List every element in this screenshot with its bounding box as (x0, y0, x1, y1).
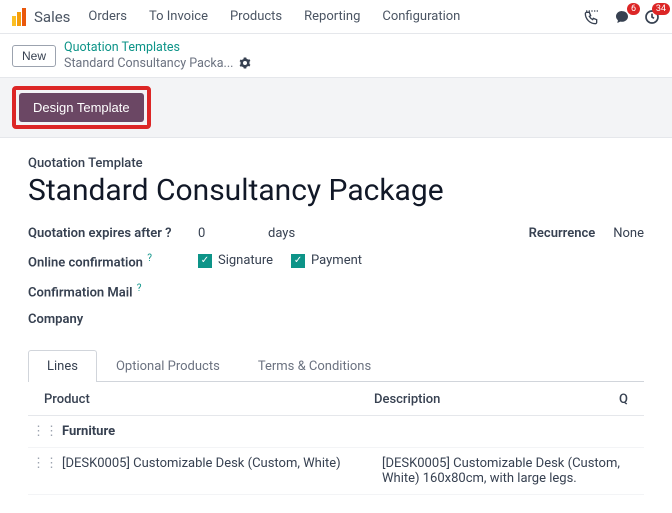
col-header-description[interactable]: Description (374, 392, 608, 407)
breadcrumb: Quotation Templates Standard Consultancy… (64, 40, 251, 71)
form-area: Quotation Template Standard Consultancy … (0, 138, 672, 513)
topbar-icons: 6 34 (584, 9, 660, 25)
breadcrumb-current-text: Standard Consultancy Packa... (64, 56, 233, 72)
tabs: Lines Optional Products Terms & Conditio… (28, 349, 644, 382)
value-recurrence[interactable]: None (613, 226, 644, 241)
checkbox-payment[interactable]: ✓ (291, 254, 305, 268)
label-signature: Signature (218, 253, 273, 268)
messages-icon[interactable]: 6 (614, 9, 630, 25)
gear-icon[interactable] (239, 57, 251, 69)
highlight-annotation: Design Template (12, 86, 151, 129)
action-bar: Design Template (0, 77, 672, 138)
page-title[interactable]: Standard Consultancy Package (28, 173, 644, 208)
cell-product[interactable]: [DESK0005] Customizable Desk (Custom, Wh… (62, 456, 382, 471)
app-brand[interactable]: Sales (34, 8, 70, 26)
nav-orders[interactable]: Orders (88, 9, 127, 24)
row-online-confirmation: Online confirmation ? ✓ Signature ✓ Paym… (28, 253, 644, 270)
table-row[interactable]: ⋮⋮ [DESK0005] Customizable Desk (Custom,… (28, 448, 644, 495)
top-navbar: Sales Orders To Invoice Products Reporti… (0, 0, 672, 34)
design-template-button[interactable]: Design Template (19, 93, 144, 122)
unit-expires: days (268, 226, 348, 241)
messages-badge: 6 (627, 3, 640, 16)
label-online-confirmation: Online confirmation ? (28, 253, 198, 270)
help-icon[interactable]: ? (137, 283, 142, 294)
label-confirmation-mail: Confirmation Mail ? (28, 283, 198, 300)
label-company: Company (28, 312, 198, 327)
checkbox-signature[interactable]: ✓ (198, 254, 212, 268)
app-logo (12, 8, 26, 26)
label-payment: Payment (311, 253, 362, 268)
drag-handle-icon[interactable]: ⋮⋮ (32, 424, 58, 439)
nav-products[interactable]: Products (230, 9, 282, 24)
nav-configuration[interactable]: Configuration (382, 9, 460, 24)
checkbox-signature-group: ✓ Signature (198, 253, 273, 268)
grid-header: Product Description Q (28, 382, 644, 416)
breadcrumb-current: Standard Consultancy Packa... (64, 56, 251, 72)
activities-icon[interactable]: 34 (644, 9, 660, 25)
main-nav: Orders To Invoice Products Reporting Con… (88, 9, 584, 24)
label-expires: Quotation expires after ? (28, 226, 198, 241)
checkbox-payment-group: ✓ Payment (291, 253, 362, 268)
drag-handle-icon[interactable]: ⋮⋮ (32, 456, 58, 471)
phone-icon[interactable] (584, 9, 600, 25)
nav-reporting[interactable]: Reporting (304, 9, 360, 24)
cell-description[interactable]: [DESK0005] Customizable Desk (Custom, Wh… (382, 456, 628, 486)
col-header-product[interactable]: Product (44, 392, 374, 407)
section-title: Furniture (62, 424, 382, 439)
form-small-label: Quotation Template (28, 156, 644, 171)
tab-terms-conditions[interactable]: Terms & Conditions (239, 350, 390, 382)
table-section-row[interactable]: ⋮⋮ Furniture (28, 416, 644, 448)
help-icon[interactable]: ? (147, 253, 152, 264)
tab-optional-products[interactable]: Optional Products (97, 350, 239, 382)
nav-to-invoice[interactable]: To Invoice (149, 9, 208, 24)
row-company: Company (28, 312, 644, 327)
row-confirmation-mail: Confirmation Mail ? (28, 283, 644, 300)
help-icon[interactable]: ? (165, 226, 171, 241)
row-expires: Quotation expires after ? 0 days Recurre… (28, 226, 644, 241)
new-button[interactable]: New (12, 45, 56, 67)
col-header-qty[interactable]: Q (608, 392, 628, 407)
tab-lines[interactable]: Lines (28, 350, 97, 382)
breadcrumb-parent[interactable]: Quotation Templates (64, 40, 251, 56)
value-expires[interactable]: 0 (198, 226, 268, 241)
label-recurrence: Recurrence (529, 226, 596, 241)
activities-badge: 34 (652, 3, 670, 16)
subheader: New Quotation Templates Standard Consult… (0, 34, 672, 77)
